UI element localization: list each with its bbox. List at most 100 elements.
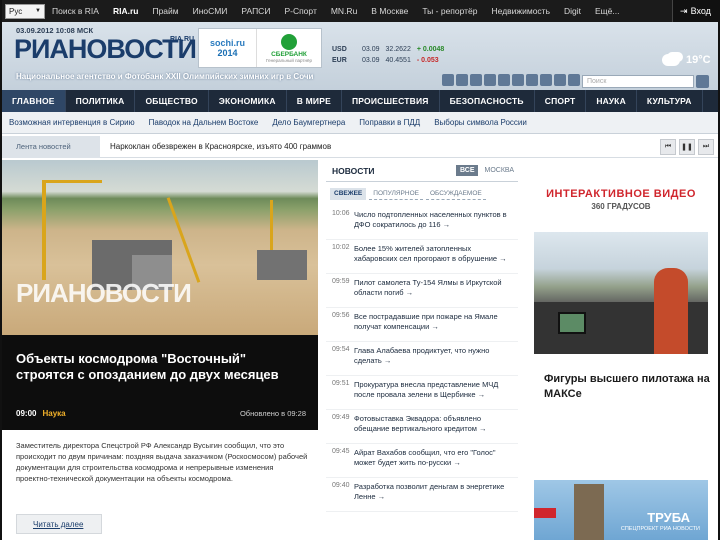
livejournal-icon[interactable] [498,74,510,86]
hero-category[interactable]: Наука [42,409,65,418]
news-headline[interactable]: Разработка позволит деньгам в энергетике… [354,482,512,507]
news-item[interactable]: 09:40 Разработка позволит деньгам в энер… [326,478,518,512]
news-title: НОВОСТИ [332,165,375,176]
ticker-label[interactable]: Лента новостей [2,135,100,158]
hero-story[interactable]: РИАНОВОСТИ Объекты космодрома "Восточный… [2,160,318,430]
promo-banner[interactable]: ТРУБА СПЕЦПРОЕКТ РИА НОВОСТИ [534,480,708,540]
search-icon[interactable] [696,75,709,88]
nav-item-economy[interactable]: ЭКОНОМИКА [209,90,287,112]
rate-value: 40.4551 [385,57,411,64]
sberbank-logo: СБЕРБАНК Генеральный партнёр [257,29,321,67]
ticker-headline[interactable]: Наркоклан обезврежен в Красноярске, изъя… [100,142,331,151]
youtube-icon[interactable] [540,74,552,86]
news-time: 09:49 [332,414,350,421]
nav-item-sport[interactable]: СПОРТ [535,90,587,112]
instagram-icon[interactable] [568,74,580,86]
rate-row: EUR 03.09 40.4551 - 0.053 [332,55,444,66]
mobile-icon[interactable] [554,74,566,86]
next-icon[interactable]: ⏭ [698,139,714,155]
pause-icon[interactable]: ❚❚ [679,139,695,155]
news-time: 10:02 [332,244,350,251]
nav-item-world[interactable]: В МИРЕ [287,90,342,112]
filter-discussed[interactable]: ОБСУЖДАЕМОЕ [425,188,486,200]
topic-link[interactable]: Поправки в ПДД [352,118,427,127]
topic-link[interactable]: Дело Баумгертнера [265,118,352,127]
top-link-rsport[interactable]: Р-Спорт [277,6,323,16]
hero-time: 09:00 [16,409,37,418]
hero-photo[interactable]: РИАНОВОСТИ [2,160,318,335]
filter-popular[interactable]: ПОПУЛЯРНОЕ [369,188,423,200]
topic-link[interactable]: Возможная интервенция в Сирию [2,118,142,127]
filter-fresh[interactable]: СВЕЖЕЕ [330,188,367,200]
search-input[interactable]: Поиск [582,75,694,88]
news-feed: НОВОСТИ ВСЕ МОСКВА СВЕЖЕЕ ПОПУЛЯРНОЕ ОБС… [326,160,518,540]
news-headline[interactable]: Глава Алабаева продиктует, что нужно сде… [354,346,512,371]
top-link-search[interactable]: Поиск в RIA [45,6,106,16]
rate-date: 03.09 [362,46,380,53]
news-headline[interactable]: Число подтопленных населенных пунктов в … [354,210,512,235]
site-logo[interactable]: РИАНОВОСТИ [14,34,197,65]
news-item[interactable]: 09:49 Фотовыставка Эквадора: объявлено о… [326,410,518,444]
top-link-more[interactable]: Ещё... [588,6,626,16]
site-header: 03.09.2012 10:08 МСК РИАНОВОСТИ RIA.RU Н… [2,22,718,90]
top-link-prime[interactable]: Прайм [145,6,185,16]
top-link-mn[interactable]: MN.Ru [324,6,364,16]
odnoklassniki-icon[interactable] [512,74,524,86]
twitter-icon[interactable] [484,74,496,86]
facebook-icon[interactable] [470,74,482,86]
topic-link[interactable]: Паводок на Дальнем Востоке [142,118,266,127]
news-item[interactable]: 09:59 Пилот самолета Ту-154 Ялмы в Иркут… [326,274,518,308]
language-value: Рус [9,6,23,16]
nav-item-incidents[interactable]: ПРОИСШЕСТВИЯ [342,90,440,112]
news-item[interactable]: 09:51 Прокуратура внесла представление М… [326,376,518,410]
topic-link[interactable]: Выборы символа России [427,118,534,127]
hero-meta: 09:00 Наука Обновлено в 09:28 [16,409,306,418]
top-link-digit[interactable]: Digit [557,6,588,16]
top-link-reporter[interactable]: Ты - репортёр [415,6,484,16]
top-link-ria[interactable]: RIA.ru [106,6,146,16]
partner-banner[interactable]: sochi.ru 2014 СБЕРБАНК Генеральный партн… [198,28,322,68]
news-item[interactable]: 09:54 Глава Алабаева продиктует, что нуж… [326,342,518,376]
news-item[interactable]: 10:02 Более 15% жителей затопленных хаба… [326,240,518,274]
news-headline[interactable]: Фотовыставка Эквадора: объявлено обещани… [354,414,512,439]
news-time: 09:59 [332,278,350,285]
news-headline[interactable]: Пилот самолета Ту-154 Ялмы в Иркутской о… [354,278,512,303]
news-item[interactable]: 09:45 Айрат Вахабов сообщил, что его "Го… [326,444,518,478]
nav-item-culture[interactable]: КУЛЬТУРА [637,90,703,112]
news-item[interactable]: 10:06 Число подтопленных населенных пунк… [326,206,518,240]
rate-label: EUR [332,57,347,64]
rate-change: + 0.0048 [416,46,445,53]
top-link-inosmi[interactable]: ИноСМИ [186,6,235,16]
video-caption[interactable]: Фигуры высшего пилотажа на МАКСе [544,372,712,402]
google-plus-icon[interactable] [526,74,538,86]
hero-headline[interactable]: Объекты космодрома "Восточный" строятся … [16,351,304,383]
top-link-rapsi[interactable]: РАПСИ [234,6,277,16]
video-thumbnail[interactable] [534,232,708,354]
sochi-logo-year: 2014 [217,48,238,58]
ticker-controls: ⏮ ❚❚ ⏭ [660,139,714,155]
news-headline[interactable]: Более 15% жителей затопленных хабаровски… [354,244,512,269]
news-time: 09:51 [332,380,350,387]
news-headline[interactable]: Прокуратура внесла представление МЧД пос… [354,380,512,405]
nav-item-main[interactable]: ГЛАВНОЕ [2,90,66,112]
news-time: 09:56 [332,312,350,319]
login-button[interactable]: ⇥ Вход [672,0,718,22]
tab-all[interactable]: ВСЕ [455,165,479,176]
news-headline[interactable]: Айрат Вахабов сообщил, что его "Голос" м… [354,448,512,473]
rss-icon[interactable] [442,74,454,86]
read-more-button[interactable]: Читать далее [16,514,102,534]
nav-item-society[interactable]: ОБЩЕСТВО [135,90,209,112]
news-item[interactable]: 09:56 Все пострадавшие при пожаре на Яма… [326,308,518,342]
crane-shape [42,180,46,280]
previous-icon[interactable]: ⏮ [660,139,676,155]
nav-item-science[interactable]: НАУКА [586,90,637,112]
nav-item-security[interactable]: БЕЗОПАСНОСТЬ [440,90,535,112]
top-link-realty[interactable]: Недвижимость [485,6,557,16]
nav-item-politics[interactable]: ПОЛИТИКА [66,90,136,112]
tab-moscow[interactable]: МОСКВА [480,165,518,176]
video-header[interactable]: ИНТЕРАКТИВНОЕ ВИДЕО 360 ГРАДУСОВ [530,170,712,228]
top-link-moscow[interactable]: В Москве [364,6,415,16]
vk-icon[interactable] [456,74,468,86]
news-headline[interactable]: Все пострадавшие при пожаре на Ямале пол… [354,312,512,337]
language-select[interactable]: Рус ▼ [5,3,45,19]
